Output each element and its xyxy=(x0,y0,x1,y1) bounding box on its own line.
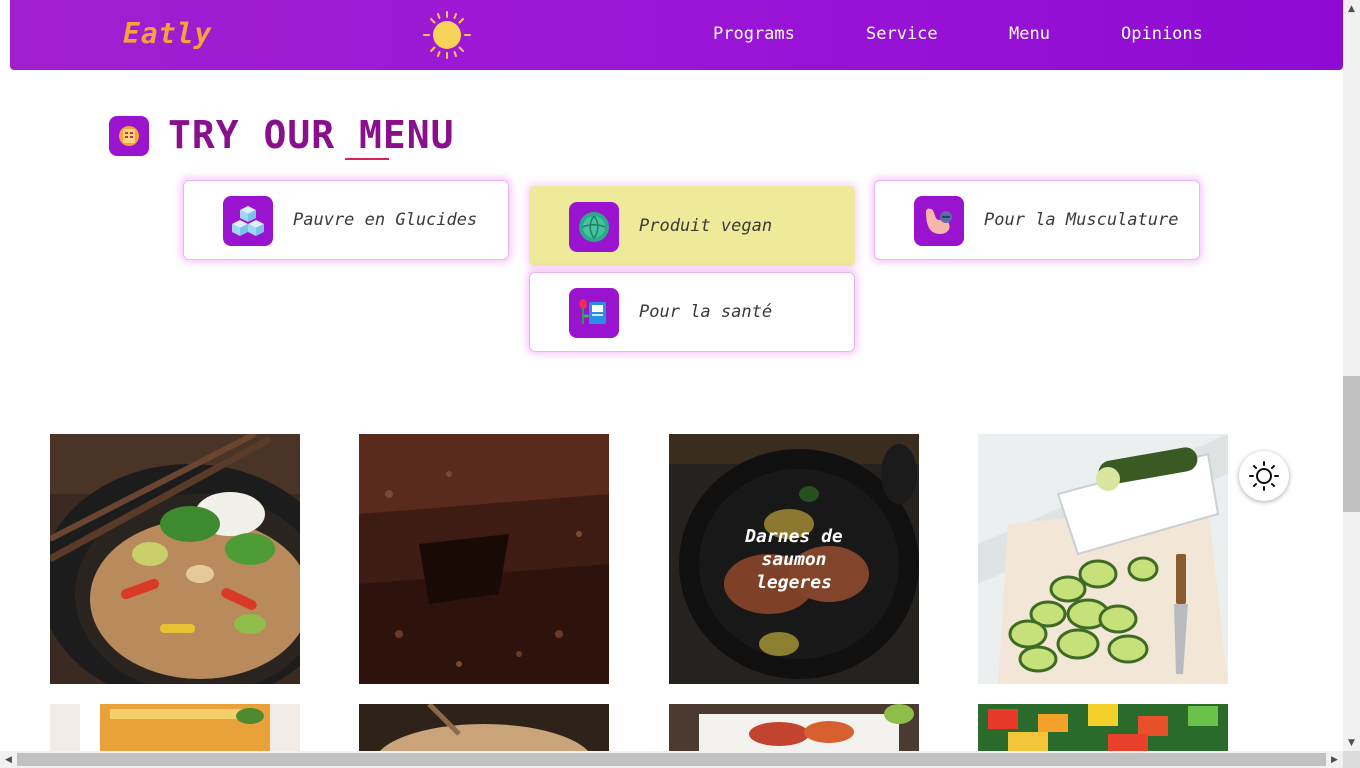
dish-card-row2-4[interactable] xyxy=(978,704,1228,751)
dish-caption: Darnes de saumon legeres xyxy=(745,525,843,593)
cabbage-icon xyxy=(569,202,619,252)
logo[interactable]: Eatly xyxy=(123,17,212,50)
dish-card-row2-3[interactable] xyxy=(669,704,919,751)
dish-card-row2-1[interactable] xyxy=(50,704,300,751)
scroll-right-arrow-icon[interactable]: ▶ xyxy=(1326,751,1343,768)
scroll-left-arrow-icon[interactable]: ◀ xyxy=(0,751,17,768)
scroll-up-arrow-icon[interactable]: ▲ xyxy=(1343,0,1360,17)
menu-card-icon xyxy=(109,116,149,156)
category-vegan[interactable]: Produit vegan xyxy=(529,186,855,266)
nav-programs[interactable]: Programs xyxy=(713,24,795,44)
category-label: Produit vegan xyxy=(639,216,773,236)
dish-image xyxy=(359,434,609,684)
dish-image xyxy=(50,434,300,684)
nav-opinions[interactable]: Opinions xyxy=(1121,24,1203,44)
dish-card-zucchini[interactable] xyxy=(978,434,1228,684)
scroll-down-arrow-icon[interactable]: ▼ xyxy=(1343,734,1360,751)
top-navbar: Eatly Programs Service Menu Opinions xyxy=(10,0,1343,70)
flower-book-icon xyxy=(569,288,619,338)
category-muscle[interactable]: Pour la Musculature xyxy=(874,180,1200,260)
theme-toggle-button[interactable] xyxy=(1239,451,1289,501)
category-label: Pour la Musculature xyxy=(984,210,1179,230)
dish-image xyxy=(669,704,919,751)
dish-image xyxy=(978,704,1228,751)
scrollbar-corner xyxy=(1343,751,1360,768)
category-health[interactable]: Pour la santé xyxy=(529,272,855,352)
category-label: Pour la santé xyxy=(639,302,773,322)
dish-image xyxy=(359,704,609,751)
horizontal-scrollbar-thumb[interactable] xyxy=(17,753,1326,766)
sun-icon xyxy=(423,11,471,59)
section-title-part1: TRY OUR xyxy=(168,113,360,157)
title-underline xyxy=(345,158,389,160)
category-low-carb[interactable]: Pauvre en Glucides xyxy=(183,180,509,260)
muscle-arm-icon xyxy=(914,196,964,246)
sugar-cubes-icon xyxy=(223,196,273,246)
sun-outline-icon xyxy=(1249,461,1279,491)
dish-card-row2-2[interactable] xyxy=(359,704,609,751)
nav-service[interactable]: Service xyxy=(866,24,938,44)
dish-image xyxy=(50,704,300,751)
nav-menu[interactable]: Menu xyxy=(1009,24,1050,44)
vertical-scrollbar-thumb[interactable] xyxy=(1343,376,1360,512)
dish-card-salmon[interactable]: Darnes de saumon legeres xyxy=(669,434,919,684)
category-label: Pauvre en Glucides xyxy=(293,210,478,230)
dish-card-thai-curry[interactable] xyxy=(50,434,300,684)
dish-image xyxy=(978,434,1228,684)
section-title: TRY OUR MENU xyxy=(168,113,455,157)
section-title-part2: MENU xyxy=(359,113,455,157)
dish-card-brownie[interactable] xyxy=(359,434,609,684)
